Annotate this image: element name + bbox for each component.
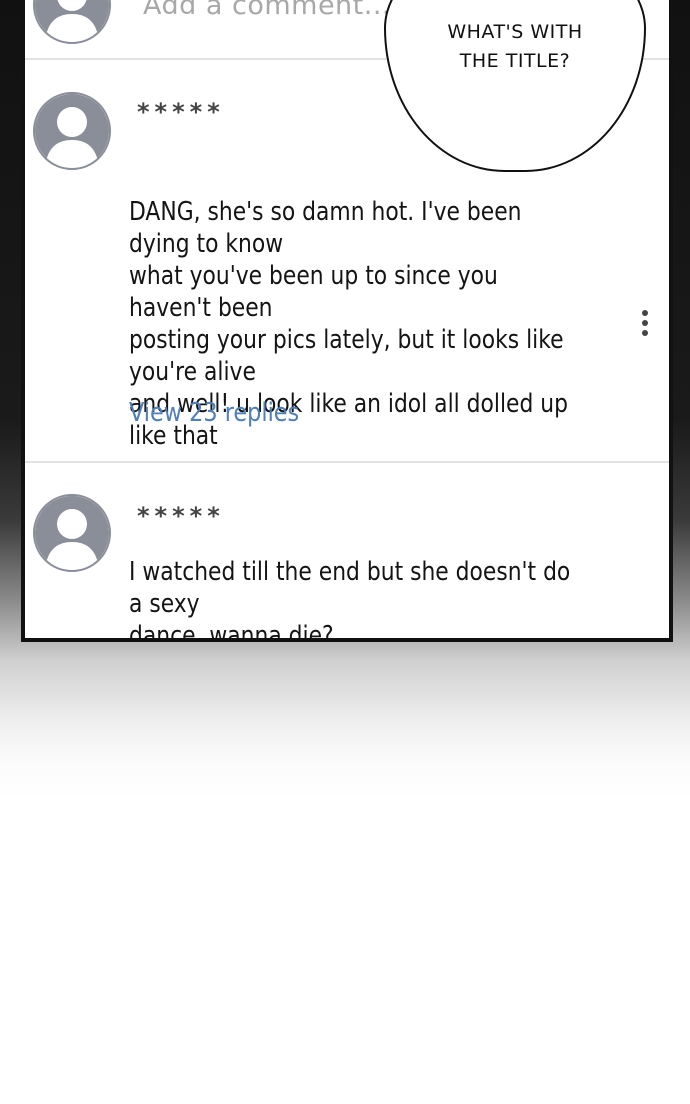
default-user-icon (35, 94, 109, 168)
comment-username[interactable]: ***** (137, 98, 225, 126)
comment-text: I watched till the end but she doesn't d… (129, 557, 571, 642)
avatar (33, 92, 111, 170)
avatar (33, 494, 111, 572)
view-replies-link[interactable]: View 23 replies (129, 398, 299, 428)
avatar (33, 0, 111, 44)
divider (25, 461, 669, 463)
add-comment-input[interactable]: Add a comment... (143, 0, 391, 21)
comment-username[interactable]: ***** (137, 502, 225, 530)
more-options-icon[interactable] (642, 310, 650, 340)
speech-bubble-text: WHAT'S WITH THE TITLE? (400, 18, 630, 76)
default-user-icon (35, 0, 109, 42)
speech-bubble-line: WHAT'S WITH (447, 21, 583, 43)
default-user-icon (35, 496, 109, 570)
speech-bubble-line: THE TITLE? (459, 50, 571, 72)
